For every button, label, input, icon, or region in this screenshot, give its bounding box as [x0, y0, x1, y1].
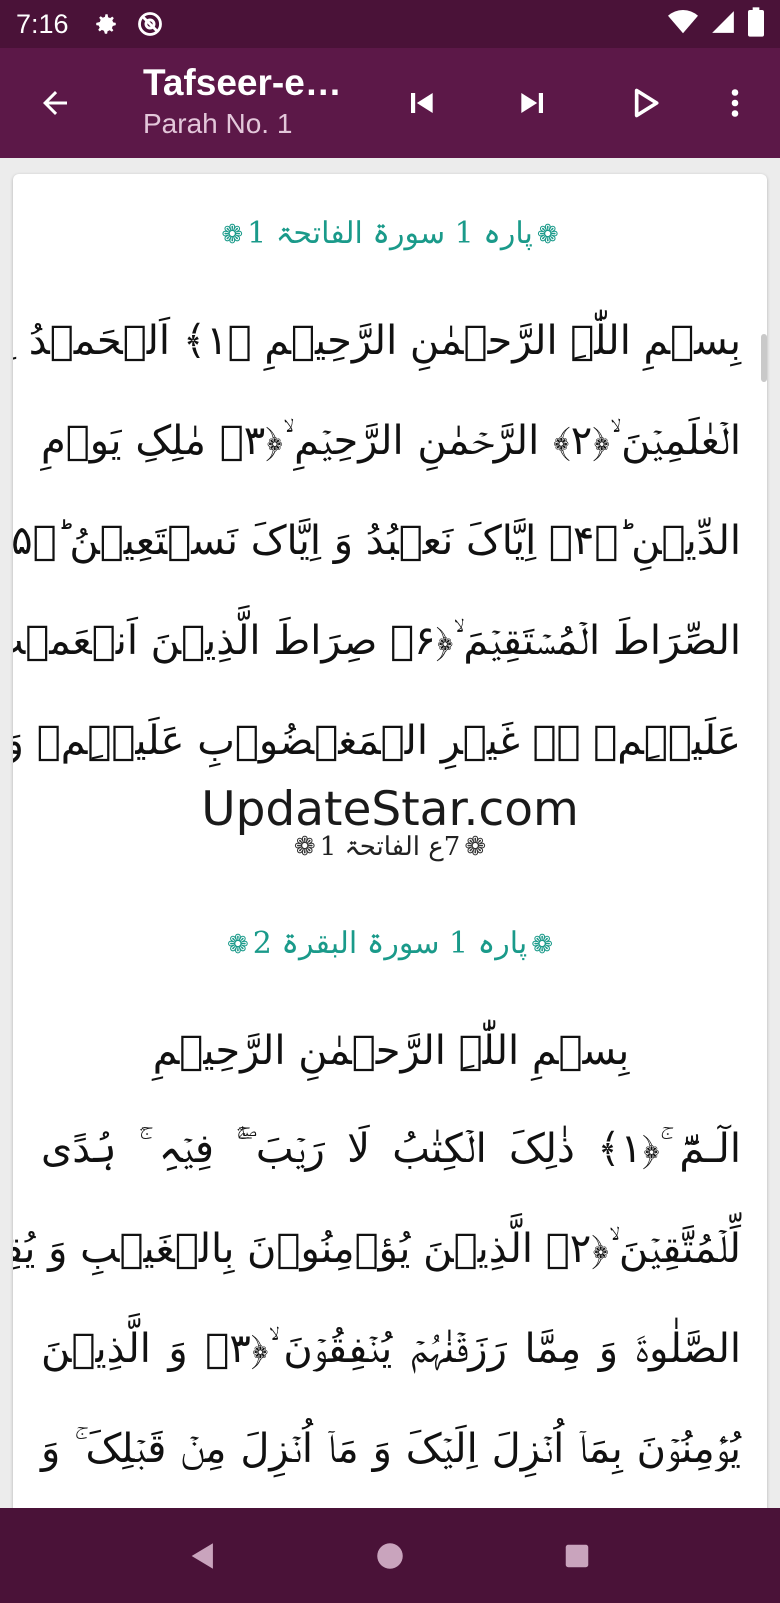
nav-recents-button[interactable] — [547, 1526, 607, 1586]
ornament-icon: ❁ — [464, 832, 487, 862]
play-button[interactable] — [618, 76, 672, 130]
verse-line: یُؤۡمِنُوۡنَ بِمَاۤ اُنۡزِلَ اِلَیۡکَ وَ… — [41, 1426, 741, 1472]
ornament-icon: ❁ — [226, 930, 249, 960]
status-bar: 7:16 — [0, 0, 780, 48]
ornament-icon: ❁ — [536, 220, 559, 250]
ornament-icon: ❁ — [531, 930, 554, 960]
nav-home-button[interactable] — [360, 1526, 420, 1586]
surah-header-text: پارہ 1 سورۃ البقرۃ 2 — [252, 926, 528, 961]
title-block: Tafseer-e… Parah No. 1 — [143, 62, 363, 140]
nav-home-icon — [377, 1542, 403, 1569]
settings-icon — [91, 9, 121, 39]
page-subtitle: Parah No. 1 — [143, 108, 293, 139]
page-title: Tafseer-e… — [143, 62, 342, 103]
navigation-bar — [0, 1508, 780, 1603]
surah-end-text: 7ع الفاتحۃ 1 — [319, 832, 461, 862]
scrollbar-thumb[interactable] — [761, 334, 767, 382]
ornament-icon: ❁ — [293, 832, 316, 862]
content-card[interactable]: ❁پارہ 1 سورۃ الفاتحۃ 1❁ بِسۡمِ اللّٰہِ ا… — [13, 174, 767, 1514]
skip-next-icon — [521, 93, 543, 113]
signal-icon — [710, 9, 736, 39]
app-bar: Tafseer-e… Parah No. 1 — [0, 48, 780, 158]
play-icon — [634, 88, 659, 118]
skip-previous-button[interactable] — [394, 76, 448, 130]
verse-line: الٓـمّٓ ۚ﴿۱﴾ ذٰلِکَ الۡکِتٰبُ لَا رَیۡبَ… — [41, 1126, 741, 1172]
back-button[interactable] — [30, 78, 80, 128]
nav-back-button[interactable] — [173, 1526, 233, 1586]
wifi-icon — [668, 9, 698, 39]
status-time: 7:16 — [16, 8, 69, 39]
nav-back-icon — [191, 1542, 214, 1569]
watermark: UpdateStar.com — [201, 782, 579, 837]
verse-line: عَلَیۡہِمۡ ۬ۙ غَیۡرِ الۡمَغۡضُوۡبِ عَلَی… — [13, 718, 741, 764]
battery-icon — [748, 7, 764, 41]
surah-header-baqarah: ❁پارہ 1 سورۃ البقرۃ 2❁ — [13, 926, 767, 961]
verse-line: الۡعٰلَمِیۡنَ ۙ﴿۲﴾ الرَّحۡمٰنِ الرَّحِیۡ… — [41, 418, 741, 464]
skip-next-button[interactable] — [506, 76, 560, 130]
verse-line: الصَّلٰوۃَ وَ مِمَّا رَزَقۡنٰہُمۡ یُنۡفِ… — [41, 1326, 741, 1372]
skip-previous-icon — [411, 93, 433, 113]
bismillah-line: بِسۡمِ اللّٰہِ الرَّحۡمٰنِ الرَّحِیۡمِ — [152, 1028, 630, 1074]
more-vert-icon — [731, 89, 739, 117]
surah-header-fatiha: ❁پارہ 1 سورۃ الفاتحۃ 1❁ — [13, 216, 767, 251]
ornament-icon: ❁ — [221, 220, 244, 250]
verse-line: لِّلۡمُتَّقِیۡنَ ۙ﴿۲﴾ الَّذِیۡنَ یُؤۡمِن… — [13, 1226, 741, 1272]
surah-end-marker: ❁7ع الفاتحۃ 1❁ — [13, 832, 767, 862]
verse-line: الدِّیۡنِ ؕ﴿۴﴾ اِیَّاکَ نَعۡبُدُ وَ اِیَ… — [13, 518, 741, 564]
verse-line: الصِّرَاطَ الۡمُسۡتَقِیۡمَ ۙ﴿۶﴾ صِرَاطَ … — [13, 618, 741, 664]
verse-line: بِسۡمِ اللّٰہِ الرَّحۡمٰنِ الرَّحِیۡمِ ﴿… — [13, 318, 741, 364]
at-sign-icon — [135, 9, 165, 39]
nav-recents-icon — [565, 1544, 588, 1567]
more-options-button[interactable] — [708, 76, 762, 130]
surah-header-text: پارہ 1 سورۃ الفاتحۃ 1 — [247, 216, 533, 251]
back-arrow-icon — [43, 91, 67, 115]
